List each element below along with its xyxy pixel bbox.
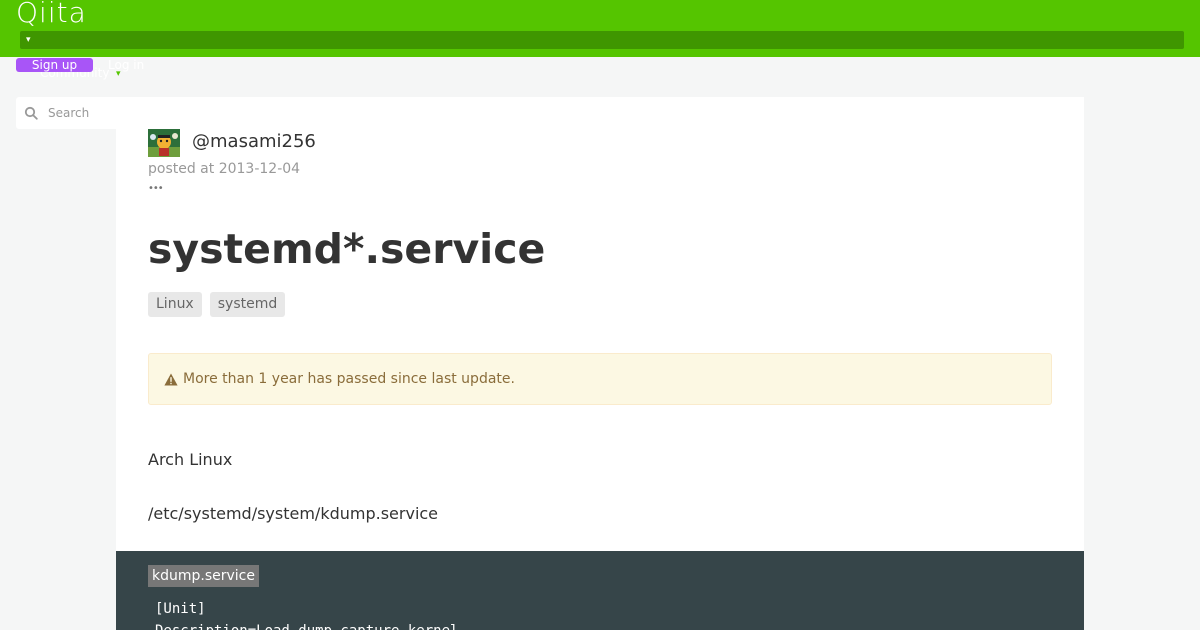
tag-list: Linux systemd [148,292,286,317]
code-block: kdump.service [Unit] Description=Load du… [116,551,1084,630]
outdated-alert: More than 1 year has passed since last u… [148,353,1052,405]
warning-icon [164,373,178,385]
qiita-logo[interactable]: Qiita [16,0,87,29]
author-username[interactable]: @masami256 [192,131,316,152]
article-title: systemd*.service [148,225,546,273]
search-input[interactable] [48,103,126,123]
paragraph: Arch Linux [148,450,233,469]
code-content: [Unit] Description=Load dump capture ker… [155,601,458,630]
search-box [16,97,126,129]
header-menu-bar[interactable]: ▾ [20,31,1184,49]
caret-down-icon: ▾ [26,35,31,45]
code-filename: kdump.service [148,565,259,587]
login-link[interactable]: Log in [108,58,144,72]
alert-text: More than 1 year has passed since last u… [183,371,515,387]
signup-button[interactable]: Sign up [16,58,93,72]
tag-linux[interactable]: Linux [148,292,202,317]
avatar-image [148,129,180,157]
site-header: Qiita ▾ [0,0,1200,57]
paragraph: /etc/systemd/system/kdump.service [148,504,439,523]
more-options-icon[interactable]: ••• [148,184,164,194]
avatar[interactable] [148,129,180,157]
posted-date: posted at 2013-12-04 [148,161,301,177]
search-icon [24,106,38,120]
tag-systemd[interactable]: systemd [209,292,286,317]
